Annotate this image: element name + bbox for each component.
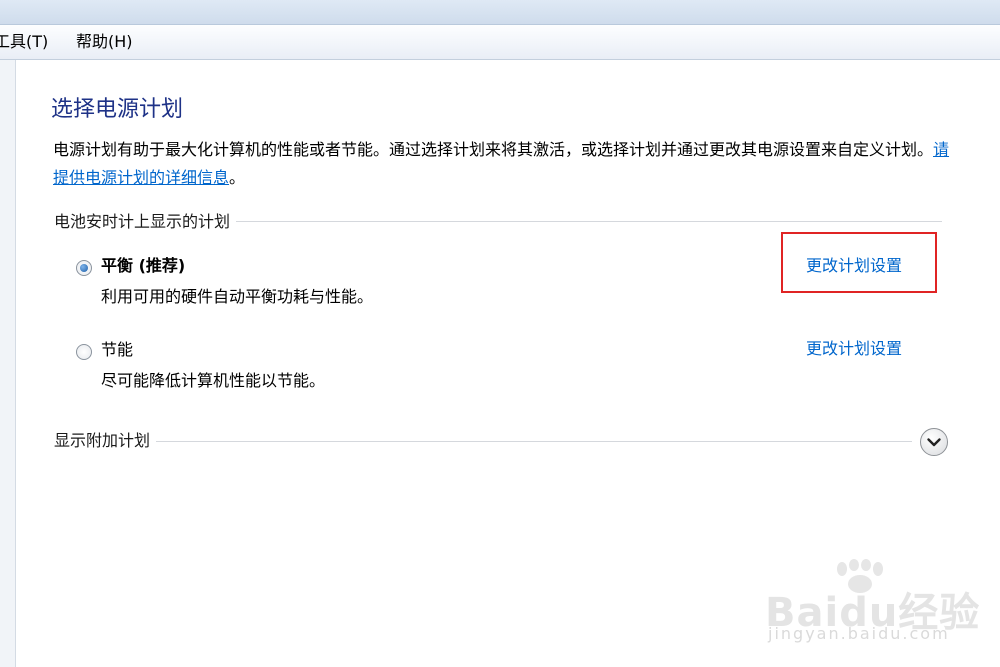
highlight-box [781, 232, 937, 293]
description-suffix: 。 [229, 168, 246, 187]
plan-power-saver-radio[interactable] [76, 344, 92, 360]
page-title: 选择电源计划 [51, 97, 184, 122]
chevron-down-icon [927, 438, 941, 447]
description-text: 电源计划有助于最大化计算机的性能或者节能。通过选择计划来将其激活，或选择计划并通… [53, 140, 934, 159]
battery-section-label: 电池安时计上显示的计划 [54, 212, 237, 232]
plan-balanced-description: 利用可用的硬件自动平衡功耗与性能。 [101, 287, 374, 306]
watermark-url: jingyan.baidu.com [768, 624, 950, 643]
plan-balanced-name[interactable]: 平衡 (推荐) [101, 256, 185, 276]
additional-divider [54, 441, 912, 442]
menu-tools[interactable]: 工具(T) [0, 32, 48, 52]
left-pane-edge [0, 60, 16, 667]
window-top-strip [0, 0, 1000, 25]
menu-help[interactable]: 帮助(H) [76, 32, 133, 52]
plan-power-saver-name[interactable]: 节能 [101, 340, 133, 360]
plan-power-saver-change-settings-link[interactable]: 更改计划设置 [806, 339, 902, 359]
radio-selected-dot [80, 264, 88, 272]
plan-balanced-radio[interactable] [76, 260, 92, 276]
additional-plans-label: 显示附加计划 [54, 431, 157, 451]
expand-additional-button[interactable] [920, 428, 948, 456]
menu-bar: 工具(T) 帮助(H) [0, 25, 1000, 60]
page-description: 电源计划有助于最大化计算机的性能或者节能。通过选择计划来将其激活，或选择计划并通… [53, 136, 953, 192]
plan-power-saver-description: 尽可能降低计算机性能以节能。 [101, 371, 326, 390]
